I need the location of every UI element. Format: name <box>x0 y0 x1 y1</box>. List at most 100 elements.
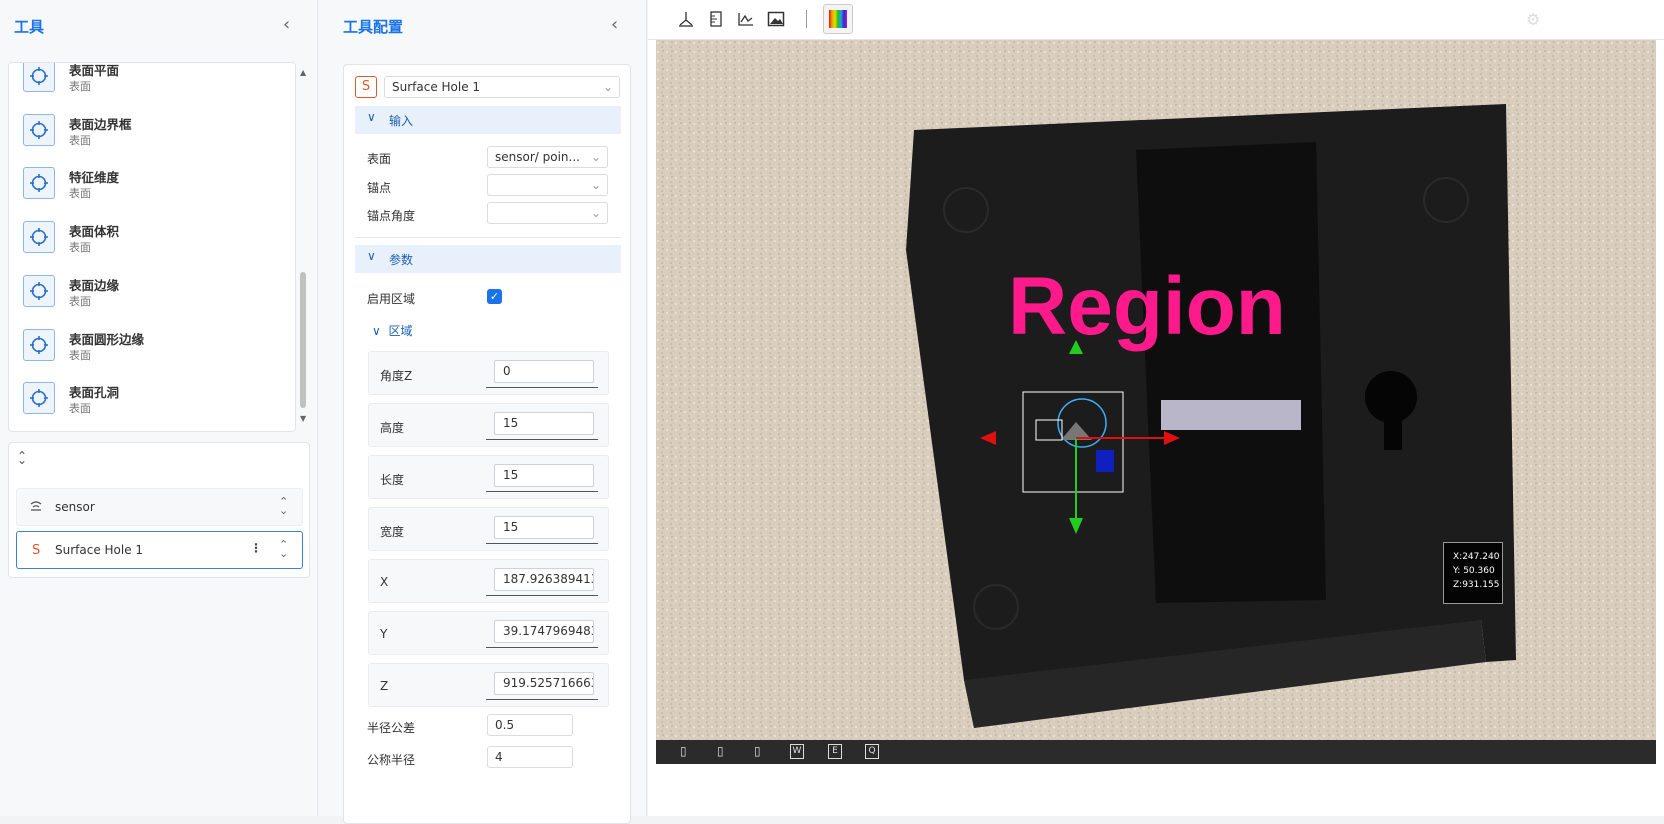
chevron-down-icon: ∨ <box>367 249 376 263</box>
more-icon[interactable]: ⋮ <box>250 541 262 555</box>
tool-name: 表面平面 <box>69 63 120 78</box>
surface-select[interactable]: sensor/ poin... ⌄ <box>487 146 608 168</box>
axis-view-icon[interactable] <box>674 8 698 30</box>
point-cloud-canvas[interactable]: Region X:247.240 Y: 50.360 Z:931.155 <box>656 40 1656 740</box>
tool-category: 表面 <box>69 80 91 93</box>
param-label: 宽度 <box>380 525 405 539</box>
target-icon <box>23 63 55 92</box>
coord-z: Z:931.155 <box>1453 580 1500 590</box>
chevron-down-icon: ∨ <box>367 110 376 124</box>
tool-name: 表面孔洞 <box>69 385 120 401</box>
tool-name: 表面圆形边缘 <box>69 331 145 347</box>
mouse-middle-icon[interactable]: ▯ <box>717 744 724 758</box>
section-title: 输入 <box>389 114 414 128</box>
tool-item[interactable]: 特征维度 表面 <box>23 161 283 209</box>
profile-chart-icon[interactable] <box>734 8 758 30</box>
radius-tolerance-label: 半径公差 <box>367 721 416 735</box>
tool-badge: S <box>355 76 377 98</box>
param-input[interactable]: 15 <box>494 412 594 435</box>
tool-item[interactable]: 表面平面 表面 <box>23 63 283 102</box>
param-input[interactable]: 187.926389413 <box>494 568 594 591</box>
surface-select-value: sensor/ poin... <box>495 150 580 164</box>
tool-list-scrollbar[interactable]: ▲ ▼ <box>299 62 309 430</box>
param-label: Z <box>380 679 389 693</box>
section-title: 区域 <box>388 324 413 338</box>
key-q-button[interactable]: Q <box>865 744 879 759</box>
config-panel-title: 工具配置 <box>343 18 404 36</box>
param-label: 角度Z <box>380 369 413 383</box>
param-underline <box>486 699 598 700</box>
region-param-row: X 187.926389413 <box>368 559 609 603</box>
param-underline <box>486 387 598 388</box>
region-param-row: 长度 15 <box>368 455 609 499</box>
anchor-select[interactable]: ⌄ <box>487 174 608 196</box>
tool-badge: S <box>32 543 41 558</box>
tool-category: 表面 <box>69 402 91 416</box>
collapse-tools-icon[interactable]: ‹ <box>283 14 290 35</box>
param-label: 长度 <box>380 473 405 487</box>
collapse-config-icon[interactable]: ‹ <box>611 14 618 35</box>
param-section-header[interactable]: ∨ 参数 <box>355 245 621 273</box>
param-input[interactable]: 919.525716663 <box>494 672 594 695</box>
tool-category: 表面 <box>69 294 91 308</box>
settings-gear-icon[interactable]: ⚙ <box>1526 10 1540 29</box>
sort-icon[interactable]: ⌃ ⌄ <box>279 496 288 516</box>
tool-item[interactable]: 表面体积 表面 <box>23 215 283 263</box>
tool-category: 表面 <box>69 348 91 362</box>
input-section-header[interactable]: ∨ 输入 <box>355 106 621 134</box>
param-label: Y <box>380 627 388 641</box>
flow-item-surface-hole[interactable]: S Surface Hole 1 ⋮ ⌃ ⌄ <box>16 531 303 569</box>
tool-item[interactable]: 表面边界框 表面 <box>23 108 283 156</box>
radius-tolerance-input[interactable]: 0.5 <box>487 714 573 736</box>
param-input[interactable]: 15 <box>494 464 594 487</box>
nominal-radius-input[interactable]: 4 <box>487 746 573 768</box>
param-input[interactable]: 0 <box>494 360 594 383</box>
chevron-down-icon: ⌄ <box>590 150 601 164</box>
tool-item[interactable]: 表面孔洞 表面 <box>23 376 283 424</box>
tool-select[interactable]: Surface Hole 1 ⌄ <box>384 76 620 98</box>
param-underline <box>486 543 598 544</box>
mouse-left-icon[interactable]: ▯ <box>680 744 687 758</box>
sort-icon[interactable]: ⌃ ⌄ <box>279 539 288 559</box>
tool-list: 表面平面 表面 表面边界框 表面 特征维度 表面 表面体积 表面 表面边缘 表面 表面圆形边缘 表面表… <box>8 62 296 432</box>
region-param-row: 高度 15 <box>368 403 609 447</box>
3d-viewer: ⚙ Region X:247.240 Y: 50.360 Z:931.155 ▯… <box>648 0 1664 816</box>
expand-collapse-icon[interactable]: ⌃ ⌄ <box>17 449 27 477</box>
tool-name: 表面边界框 <box>69 116 132 132</box>
target-icon <box>23 167 55 200</box>
anchor-angle-label: 锚点角度 <box>367 209 416 223</box>
tool-name: 表面边缘 <box>69 277 120 293</box>
target-icon <box>23 221 55 254</box>
coord-y: Y: 50.360 <box>1453 566 1495 576</box>
section-title: 参数 <box>389 253 414 267</box>
target-icon <box>23 113 55 146</box>
chevron-down-icon: ∨ <box>372 324 381 338</box>
mouse-right-icon[interactable]: ▯ <box>754 744 761 758</box>
image-icon[interactable] <box>764 8 788 30</box>
ruler-icon[interactable] <box>704 8 728 30</box>
param-underline <box>486 595 598 596</box>
viewer-statusbar: ▯ ▯ ▯ W E Q <box>656 740 1656 764</box>
key-w-button[interactable]: W <box>790 744 804 759</box>
tool-item[interactable]: 表面边缘 表面 <box>23 269 283 317</box>
divider <box>355 237 621 238</box>
tool-name: 表面体积 <box>69 224 120 240</box>
key-e-button[interactable]: E <box>828 744 842 759</box>
tool-item[interactable]: 表面圆形边缘 表面 <box>23 323 283 371</box>
param-underline <box>486 491 598 492</box>
enable-region-checkbox[interactable]: ✓ <box>487 289 502 304</box>
param-input[interactable]: 15 <box>494 516 594 539</box>
region-param-row: Z 919.525716663 <box>368 663 609 707</box>
enable-region-label: 启用区域 <box>367 292 416 306</box>
nominal-radius-label: 公称半径 <box>367 753 416 767</box>
flow-item-sensor[interactable]: sensor ⌃ ⌄ <box>16 488 303 526</box>
chevron-down-icon: ⌄ <box>602 80 613 94</box>
param-input[interactable]: 39.1747969483 <box>494 620 594 643</box>
toolbar-divider <box>806 10 807 28</box>
anchor-angle-select[interactable]: ⌄ <box>487 202 608 224</box>
colormap-icon[interactable] <box>823 4 853 34</box>
tool-category: 表面 <box>69 133 91 147</box>
tools-panel: 工具 ‹ 表面平面 表面 表面边界框 表面 特征维度 表面 表面体积 表面 表面边缘 表面 表面圆形… <box>0 0 318 816</box>
param-label: X <box>380 575 389 589</box>
region-subsection-header[interactable]: ∨ 区域 <box>372 322 412 339</box>
